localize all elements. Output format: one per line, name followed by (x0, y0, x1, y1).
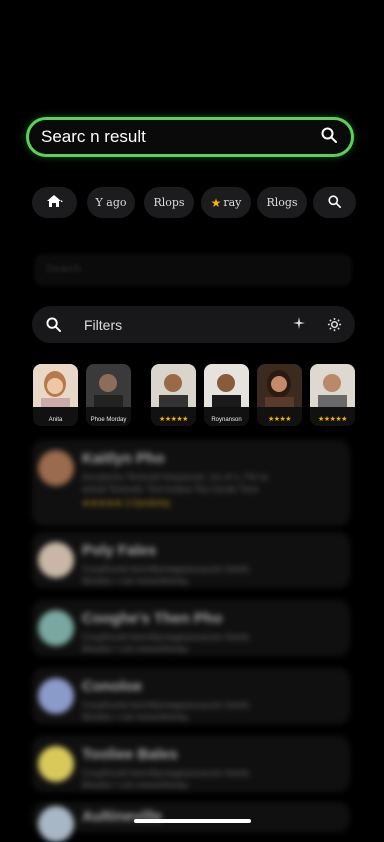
result-description: Moobtu • Lits treoesthenky (82, 712, 189, 722)
result-title: Poly Fales (82, 542, 157, 559)
rating-stars: ★★★★★ (159, 416, 188, 423)
avatar (257, 364, 302, 407)
avatar (204, 364, 249, 407)
result-title: Kaitlyn Pho (82, 450, 165, 467)
secondary-search-placeholder: Search (46, 263, 81, 275)
result-description: Couplhuvtd lwomltiyreagiueovavstv Adults (82, 564, 250, 574)
person-caption: Phoe Morday (90, 417, 127, 423)
chip-rlops[interactable]: Rlops (144, 187, 194, 218)
star-icon: ★ (210, 195, 222, 210)
person-card[interactable]: ★★★★★ (310, 364, 355, 426)
filters-bar[interactable]: Filters (32, 306, 355, 343)
quick-filter-chips: Y ago Rlops ★ ray Rlogs (32, 187, 356, 219)
list-item[interactable]: Tooliee Bales Couplhuvtd lwomltiyreagiue… (32, 736, 350, 792)
person-caption: Anita (48, 417, 63, 423)
search-icon[interactable] (46, 316, 62, 333)
sparkle-icon[interactable] (293, 316, 305, 333)
person-card[interactable]: Phoe Morday (86, 364, 131, 426)
rating-stars: ★★★★★ (318, 416, 347, 423)
result-description: Couplhuvtd lwomltiyreagiueovavstv Adults (82, 700, 250, 710)
result-title: Conoloe (82, 678, 142, 695)
search-input[interactable]: Searc n result (41, 127, 321, 147)
chip-label: Y ago (95, 196, 127, 209)
avatar (38, 806, 74, 842)
filters-label[interactable]: Filters (84, 317, 293, 333)
result-rating: ★★★★★ 3 Genilmhy (82, 498, 171, 508)
chip-home[interactable] (32, 187, 77, 218)
result-description: Moobtu • Lits treoesthenky (82, 644, 189, 654)
result-description: Moobtu • Lits treoesthenky (82, 780, 189, 790)
list-item[interactable]: Poly Fales Couplhuvtd lwomltiyreagiueova… (32, 532, 350, 588)
people-carousel: Anita Phoe Morday ★★★★★ Roynanson ★★★★ ★… (33, 364, 355, 426)
avatar (38, 450, 74, 486)
avatar (38, 678, 74, 714)
avatar (38, 610, 74, 646)
person-card[interactable]: ★★★★★ (151, 364, 196, 426)
search-icon (328, 194, 341, 211)
list-item[interactable]: Kaitlyn Pho Ancytecho Textuuid frequenul… (32, 440, 350, 526)
person-card[interactable]: Roynanson (204, 364, 249, 426)
chip-recent[interactable]: Y ago (87, 187, 135, 218)
person-caption: Roynanson (211, 417, 242, 423)
settings-icon[interactable] (327, 317, 343, 333)
result-title: Cooghe's Then Pho (82, 610, 223, 627)
search-bar[interactable]: Searc n result (26, 117, 354, 157)
home-indicator[interactable] (134, 819, 251, 823)
avatar (33, 364, 78, 407)
home-icon (46, 194, 64, 211)
list-item[interactable]: Cooghe's Then Pho Couplhuvtd lwomltiyrea… (32, 600, 350, 656)
result-description: Couplhuvtd lwomltiyreagiueovavstv Adults (82, 632, 250, 642)
result-title: Tooliee Bales (82, 746, 178, 763)
search-icon[interactable] (321, 127, 337, 148)
list-item[interactable]: Aultineville (32, 802, 350, 842)
chip-search[interactable] (313, 187, 356, 218)
result-description: Moobtu • Lits treoesthenky (82, 576, 189, 586)
secondary-search-input[interactable]: Search (34, 254, 352, 286)
rating-stars: ★★★★ (267, 416, 292, 423)
result-description: astudi Textuuid, Toxt kvalua Tea Gerab T… (82, 484, 259, 494)
list-item[interactable]: Conoloe Couplhuvtd lwomltiyreagiueovavst… (32, 668, 350, 724)
person-card[interactable]: ★★★★ (257, 364, 302, 426)
avatar (310, 364, 355, 407)
result-description: Couplhuvtd lwomltiyreagiueovavstv Adults (82, 768, 250, 778)
chip-rlogs[interactable]: Rlogs (257, 187, 307, 218)
chip-rating[interactable]: ★ ray (201, 187, 251, 218)
chip-label: ray (223, 196, 242, 209)
result-description: Ancytecho Textuuid frequenuls, mu of 1, … (82, 472, 269, 482)
chip-label: Rlops (153, 196, 185, 209)
avatar (38, 746, 74, 782)
avatar (151, 364, 196, 407)
chip-label: Rlogs (266, 196, 298, 209)
avatar (38, 542, 74, 578)
person-card[interactable]: Anita (33, 364, 78, 426)
avatar (86, 364, 131, 407)
